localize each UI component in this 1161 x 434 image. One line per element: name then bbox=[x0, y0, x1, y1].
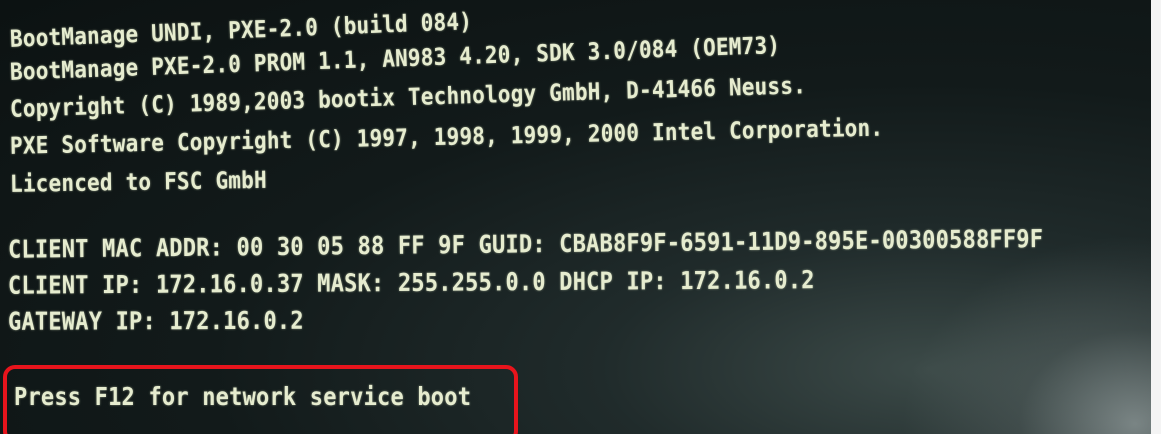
prompt-highlight-box bbox=[3, 365, 518, 434]
boot-line-client-mac-guid: CLIENT MAC ADDR: 00 30 05 88 FF 9F GUID:… bbox=[7, 225, 1044, 265]
boot-screen: BootManage UNDI, PXE-2.0 (build 084) Boo… bbox=[0, 0, 1161, 434]
screen-glare bbox=[901, 234, 1161, 434]
boot-line-client-ip: CLIENT IP: 172.16.0.37 MASK: 255.255.0.0… bbox=[7, 266, 815, 301]
boot-line-copyright-intel: PXE Software Copyright (C) 1997, 1998, 1… bbox=[9, 114, 884, 160]
right-edge-border bbox=[1151, 0, 1161, 434]
boot-line-gateway-ip: GATEWAY IP: 172.16.0.2 bbox=[7, 307, 304, 337]
boot-line-licence: Licenced to FSC GmbH bbox=[9, 166, 268, 198]
